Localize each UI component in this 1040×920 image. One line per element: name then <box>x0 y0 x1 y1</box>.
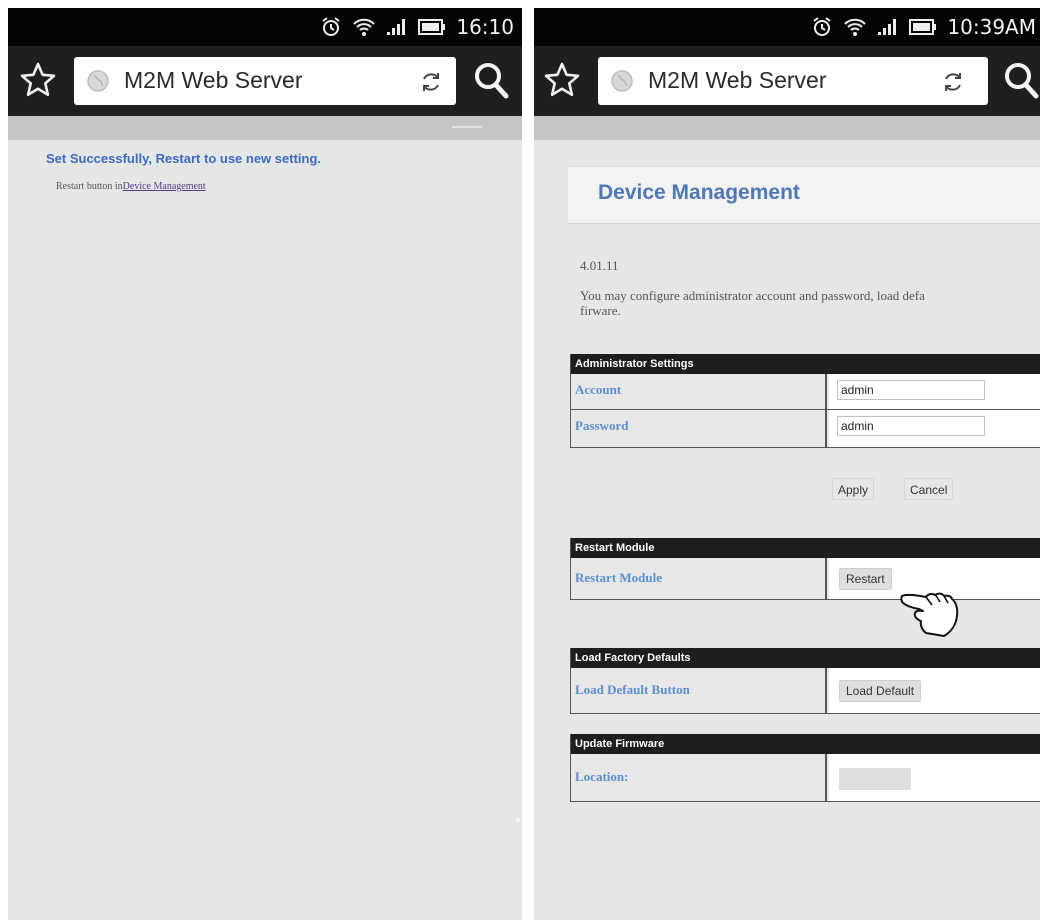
status-bar: 16:10 <box>8 8 522 46</box>
left-phone-screen: 16:10 M2M Web Server Set Successfully, R… <box>8 8 522 920</box>
description-line: You may configure administrator account … <box>580 288 925 303</box>
load-default-row: Load Default Button Load Default <box>571 668 1040 714</box>
status-time: 16:10 <box>456 15 514 39</box>
right-phone-screen: 10:39AM M2M Web Server Device Management… <box>534 8 1040 920</box>
section-header: Update Firmware <box>571 734 1040 754</box>
restart-hint-prefix: Restart button in <box>56 181 123 192</box>
search-icon[interactable] <box>1000 58 1040 102</box>
account-label: Account <box>571 374 827 409</box>
battery-icon <box>418 19 446 35</box>
location-row: Location: <box>571 754 1040 802</box>
apply-button[interactable]: Apply <box>832 478 875 500</box>
file-chooser[interactable] <box>839 768 911 790</box>
page-title-panel: Device Management <box>568 166 1040 224</box>
url-bar[interactable]: M2M Web Server <box>74 57 456 105</box>
firmware-version: 4.01.11 <box>580 258 619 273</box>
load-default-button[interactable]: Load Default <box>839 680 922 702</box>
restart-hint: Restart button inDevice Management <box>56 181 206 192</box>
alarm-icon <box>322 17 340 36</box>
page-load-bar <box>8 116 522 140</box>
load-default-label: Load Default Button <box>571 668 827 713</box>
reload-icon[interactable] <box>418 69 444 95</box>
globe-icon <box>87 70 109 92</box>
description-line: firware. <box>580 303 621 318</box>
section-header: Administrator Settings <box>571 354 1040 374</box>
password-row: Password <box>571 410 1040 448</box>
update-firmware-section: Update Firmware Location: <box>570 734 1040 802</box>
restart-button[interactable]: Restart <box>839 568 892 590</box>
globe-icon <box>611 70 633 92</box>
alarm-icon <box>813 17 832 36</box>
account-cell <box>829 374 1040 409</box>
status-time: 10:39AM <box>947 15 1036 39</box>
password-cell <box>829 410 1040 447</box>
url-bar-title: M2M Web Server <box>648 67 827 93</box>
battery-icon <box>909 19 937 35</box>
account-input[interactable] <box>837 380 985 400</box>
bookmark-star-icon[interactable] <box>18 60 58 100</box>
device-management-link[interactable]: Device Management <box>123 181 206 192</box>
factory-defaults-section: Load Factory Defaults Load Default Butto… <box>570 648 1040 714</box>
wifi-icon <box>844 18 867 36</box>
browser-toolbar: M2M Web Server <box>534 46 1040 116</box>
scroll-indicator <box>452 126 482 128</box>
password-input[interactable] <box>837 416 985 436</box>
section-header: Restart Module <box>571 538 1040 558</box>
account-row: Account <box>571 374 1040 410</box>
status-bar: 10:39AM <box>534 8 1040 46</box>
restart-label: Restart Module <box>571 558 827 599</box>
success-message: Set Successfully, Restart to use new set… <box>46 151 322 166</box>
bookmark-star-icon[interactable] <box>542 60 582 100</box>
password-label: Password <box>571 410 827 447</box>
signal-icon <box>878 19 897 35</box>
load-default-cell: Load Default <box>829 668 1040 713</box>
wifi-icon <box>353 18 376 36</box>
search-icon[interactable] <box>470 58 512 102</box>
pointer-hand-icon <box>900 592 959 637</box>
signal-icon <box>387 19 406 35</box>
location-label: Location: <box>571 754 827 801</box>
section-header: Load Factory Defaults <box>571 648 1040 668</box>
admin-settings-section: Administrator Settings Account Password <box>570 354 1040 448</box>
location-cell <box>829 754 1040 801</box>
url-bar[interactable]: M2M Web Server <box>598 57 988 105</box>
url-bar-title: M2M Web Server <box>124 67 303 93</box>
page-title: Device Management <box>598 181 800 204</box>
page-description: You may configure administrator account … <box>580 288 1040 318</box>
scroll-edge-mark <box>516 818 520 822</box>
browser-toolbar: M2M Web Server <box>8 46 522 116</box>
page-load-bar <box>534 116 1040 140</box>
reload-icon[interactable] <box>940 69 966 95</box>
cancel-button[interactable]: Cancel <box>904 478 954 500</box>
